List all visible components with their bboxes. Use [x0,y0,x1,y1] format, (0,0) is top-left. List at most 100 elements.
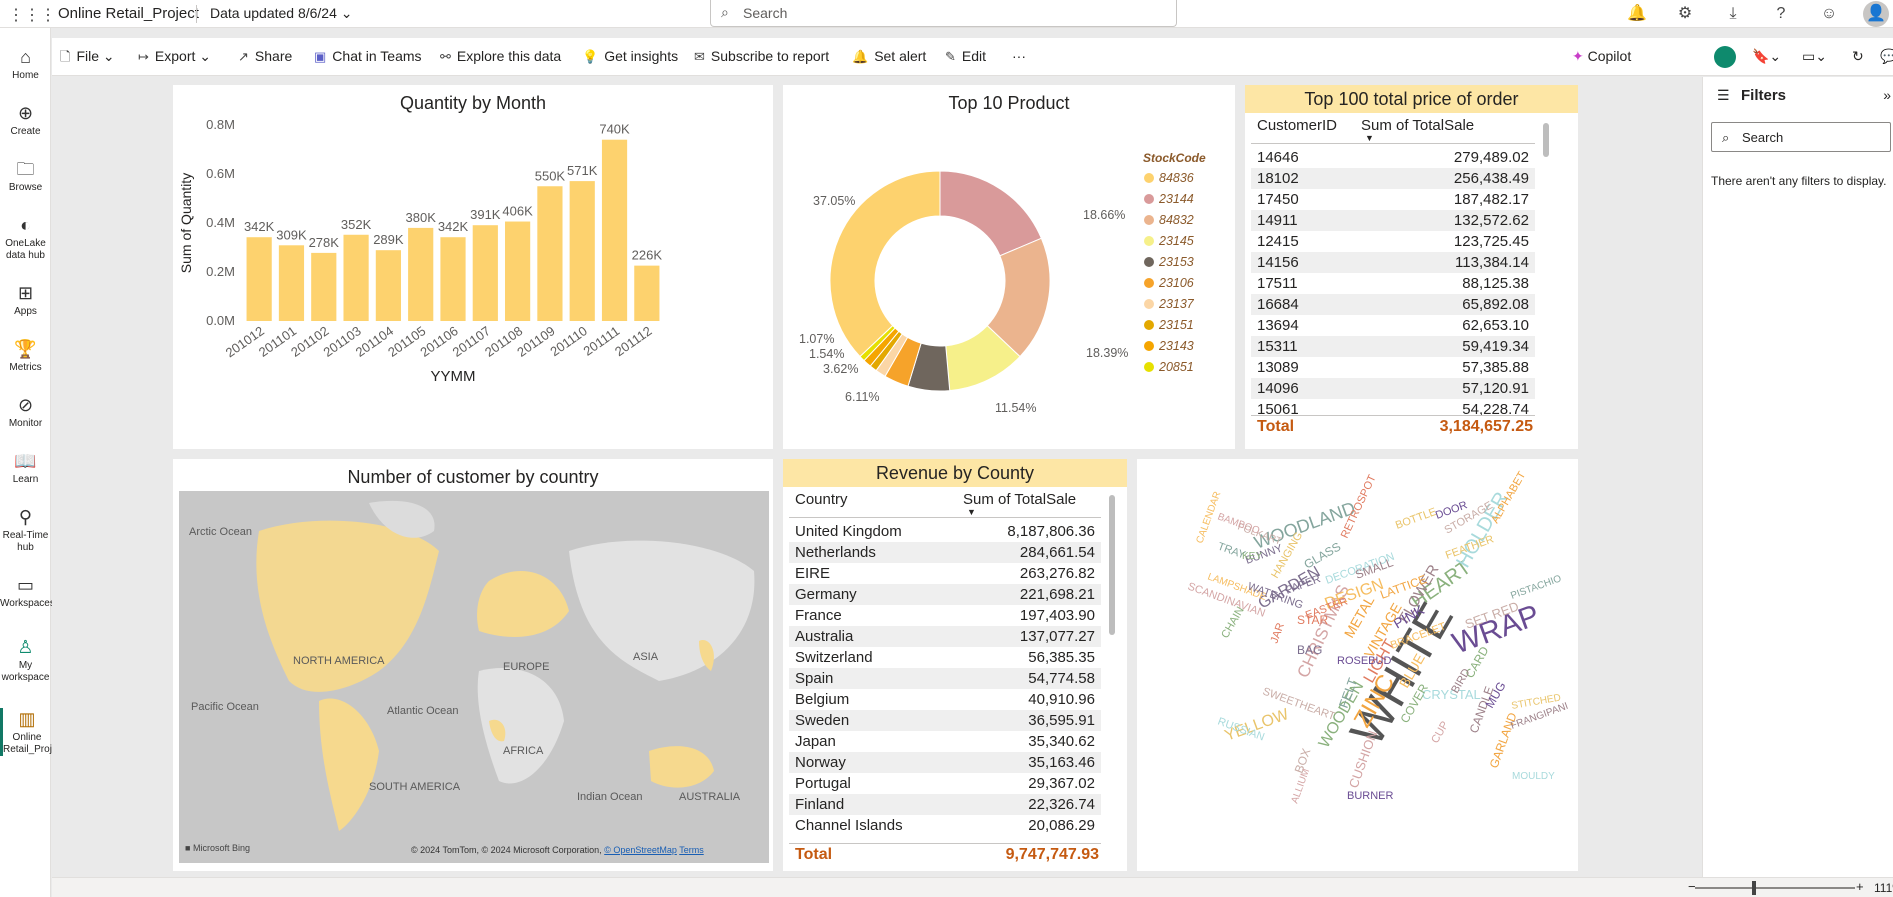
bar[interactable] [472,225,498,321]
table-row[interactable]: Spain 54,774.58 [789,668,1101,689]
zoom-in-button[interactable]: + [1856,879,1864,894]
table-row[interactable]: 17511 88,125.38 [1251,273,1535,294]
legend-label[interactable]: 20851 [1158,360,1194,374]
bar[interactable] [408,227,434,321]
comment-icon[interactable]: 💬 [1880,48,1893,65]
report-title[interactable]: Online Retail_Project [58,5,199,22]
word-cloud-word[interactable]: CHAIN [1219,605,1247,641]
word-cloud-word[interactable]: BOTTLE [1394,506,1438,532]
legend-label[interactable]: 23144 [1158,192,1194,206]
word-cloud-visual[interactable]: WHITE WRAP ZINC HEART CHRISTMAS DESIGN WOODLAN… [1137,459,1578,871]
table-row[interactable]: United Kingdom 8,187,806.36 [789,521,1101,542]
word-cloud-word[interactable]: BAMBOO [1216,511,1261,536]
legend-swatch[interactable] [1144,194,1154,204]
feedback-icon[interactable]: ☺ [1805,0,1853,28]
table-row[interactable]: Netherlands 284,661.54 [789,542,1101,563]
table-row[interactable]: Sweden 36,595.91 [789,710,1101,731]
table-row[interactable]: EIRE 263,276.82 [789,563,1101,584]
legend-swatch[interactable] [1144,215,1154,225]
table-row[interactable]: France 197,403.90 [789,605,1101,626]
copilot-button[interactable]: ✦ Copilot [1572,48,1631,65]
quantity-by-month-visual[interactable]: Quantity by Month 0.0M 0.2M 0.4M 0.6M 0.8M 34… [173,85,773,449]
legend-label[interactable]: 23153 [1158,255,1194,269]
word-cloud-word[interactable]: PISTACHIO [1509,573,1563,602]
bar[interactable] [311,252,337,321]
bar[interactable] [278,245,305,321]
refresh-icon[interactable]: ↻ [1852,48,1864,65]
get-insights-button[interactable]: 💡 Get insights [582,48,678,65]
more-options-button[interactable]: ··· [1012,48,1026,64]
word-cloud-word[interactable]: BAG [1297,643,1322,657]
table-scrollbar[interactable] [1109,495,1115,635]
terms-link[interactable]: Terms [679,845,704,855]
word-cloud-word[interactable]: MOULDY [1512,771,1555,782]
word-cloud-word[interactable]: BURNER [1347,790,1394,802]
word-cloud-word[interactable]: ROSEBUD [1337,655,1391,667]
top-10-product-visual[interactable]: Top 10 Product 37.05% 18.66% 18.39% 11.54% 6… [783,85,1235,449]
word-cloud-word[interactable]: KEY [1242,551,1262,562]
app-launcher-icon[interactable]: ⋮⋮⋮ [8,5,56,24]
collapse-icon[interactable]: » [1883,87,1891,103]
data-updated-dropdown[interactable]: Data updated 8/6/24 ⌄ [210,5,353,22]
bar[interactable] [505,221,531,321]
global-search-input[interactable]: ⌕ Search [710,0,1177,27]
table-row[interactable]: 15311 59,419.34 [1251,336,1535,357]
legend-label[interactable]: 23145 [1158,234,1194,248]
refresh-status-icon[interactable] [1714,46,1736,68]
word-cloud-word[interactable]: WOODLAND [1252,498,1358,553]
zoom-slider[interactable] [1695,887,1855,889]
zoom-level[interactable]: 111% [1874,881,1893,895]
legend-label[interactable]: 23106 [1158,276,1194,290]
nav-create[interactable]: ⊕ Create [0,102,51,138]
filter-search-input[interactable]: ⌕ Search [1711,122,1891,152]
set-alert-button[interactable]: 🔔 Set alert [852,48,926,65]
table-row[interactable]: 13089 57,385.88 [1251,357,1535,378]
column-header-country[interactable]: Country [795,491,848,508]
gear-icon[interactable]: ⚙ [1661,0,1709,28]
share-button[interactable]: ↗ Share [238,48,292,65]
bar[interactable] [537,186,563,321]
bar[interactable] [569,181,595,321]
column-header-customerid[interactable]: CustomerID [1257,117,1337,134]
table-row[interactable]: Norway 35,163.46 [789,752,1101,773]
avatar[interactable]: 👤 [1863,1,1889,27]
table-row[interactable]: 13694 62,653.10 [1251,315,1535,336]
bell-icon[interactable]: 🔔 [1613,0,1661,28]
chat-in-teams-button[interactable]: ▣ Chat in Teams [314,48,422,65]
file-menu[interactable]: 🗋 File ⌄ [60,48,115,70]
table-row[interactable]: Portugal 29,367.02 [789,773,1101,794]
nav-onelake[interactable]: ◐ OneLake data hub [0,214,51,262]
table-row[interactable]: 17450 187,482.17 [1251,189,1535,210]
osm-link[interactable]: © OpenStreetMap [604,845,677,855]
explore-button[interactable]: ⚯ Explore this data [440,48,561,65]
word-cloud-word[interactable]: GLASS [1302,539,1344,571]
legend-swatch[interactable] [1144,173,1154,183]
nav-online-retail[interactable]: ▥ Online Retail_Proj... [0,708,60,756]
table-row[interactable]: Japan 35,340.62 [789,731,1101,752]
table-row[interactable]: Australia 137,077.27 [789,626,1101,647]
legend-label[interactable]: 23143 [1158,339,1194,353]
table-row[interactable]: Switzerland 56,385.35 [789,647,1101,668]
table-row[interactable]: 16684 65,892.08 [1251,294,1535,315]
nav-workspaces[interactable]: ▭ Workspaces [0,574,55,610]
table-row[interactable]: 14096 57,120.91 [1251,378,1535,399]
table-row[interactable]: 14156 113,384.14 [1251,252,1535,273]
top-100-orders-visual[interactable]: Top 100 total price of order CustomerID … [1245,85,1578,449]
bar[interactable] [601,139,628,321]
nav-realtime[interactable]: ⚲ Real-Time hub [0,506,51,554]
legend-swatch[interactable] [1144,257,1154,267]
table-row[interactable]: 14911 132,572.62 [1251,210,1535,231]
bar[interactable] [634,265,660,321]
zoom-slider-thumb[interactable] [1752,881,1756,895]
legend-label[interactable]: 23137 [1158,297,1195,311]
legend-swatch[interactable] [1144,236,1154,246]
revenue-by-county-visual[interactable]: Revenue by County Country Sum of TotalSa… [783,459,1127,871]
legend-label[interactable]: 84832 [1159,213,1194,227]
legend-label[interactable]: 84836 [1159,171,1194,185]
table-row[interactable]: Channel Islands 20,086.29 [789,815,1101,836]
world-map[interactable]: Arctic Ocean NORTH AMERICA EUROPE ASIA P… [179,491,769,863]
word-cloud-word[interactable]: ALLIUM [1289,767,1312,805]
table-scrollbar[interactable] [1543,123,1549,157]
table-row[interactable]: 14646 279,489.02 [1251,147,1535,168]
nav-learn[interactable]: 📖 Learn [0,450,51,486]
